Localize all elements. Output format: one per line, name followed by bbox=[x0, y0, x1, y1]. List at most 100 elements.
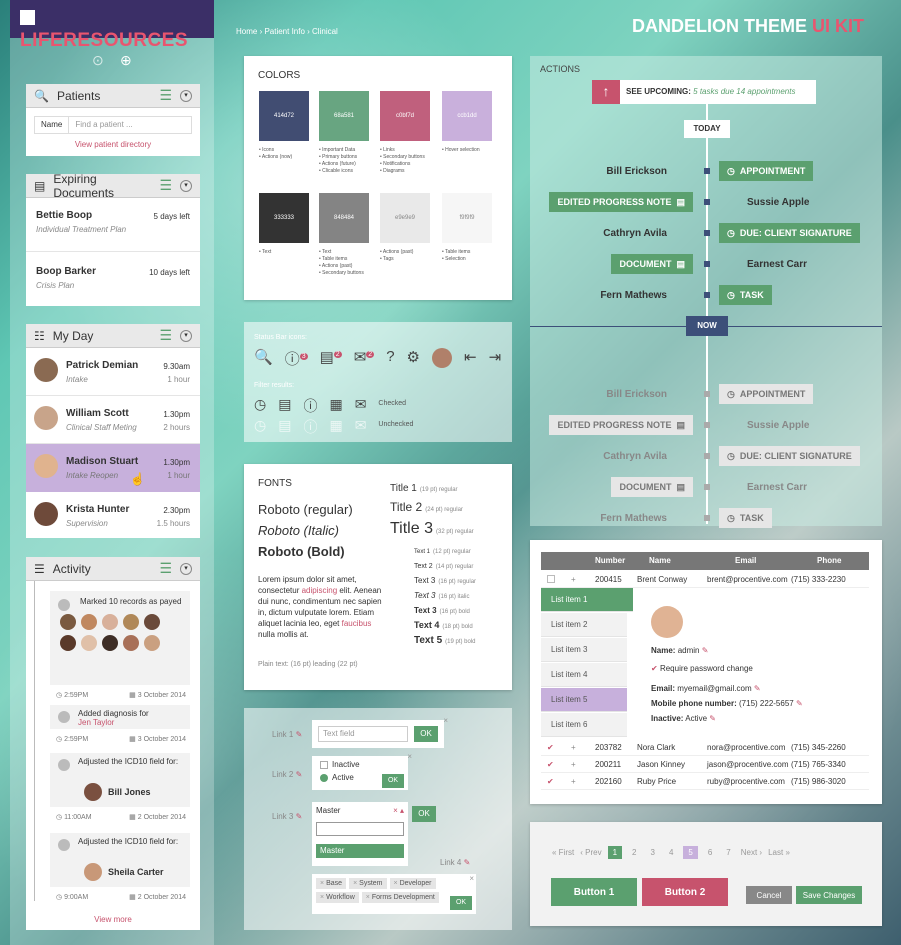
search-icon[interactable]: 🔍 bbox=[254, 348, 273, 369]
ok-button[interactable]: OK bbox=[412, 806, 436, 822]
table-row[interactable]: ✔ +202160 Ruby Price ruby@procentive.com (71… bbox=[541, 773, 869, 790]
expand-icon[interactable]: + bbox=[571, 760, 576, 769]
close-icon[interactable]: × bbox=[443, 716, 448, 725]
help-icon[interactable]: ? bbox=[386, 348, 394, 369]
close-icon[interactable]: × bbox=[469, 874, 474, 883]
remove-tag-icon[interactable]: × bbox=[320, 880, 324, 887]
list-item[interactable]: List item 6 bbox=[541, 713, 627, 737]
check-icon[interactable]: ✔ bbox=[547, 760, 554, 769]
gear-icon[interactable]: ⚙ bbox=[407, 348, 420, 369]
radio[interactable] bbox=[320, 773, 328, 782]
page-7[interactable]: 7 bbox=[722, 846, 734, 859]
check-icon[interactable]: ✔ bbox=[547, 743, 554, 752]
col-phone[interactable]: Phone bbox=[817, 556, 841, 565]
page-5[interactable]: 5 bbox=[683, 846, 698, 859]
menu-icon[interactable]: ☰ bbox=[159, 87, 172, 104]
link-3[interactable]: Link 3 ✎ bbox=[272, 812, 302, 821]
prev-page-link[interactable]: ‹ Prev bbox=[580, 848, 601, 857]
mail-icon[interactable]: ✉ bbox=[355, 396, 367, 416]
link-1[interactable]: Link 1 ✎ bbox=[272, 730, 302, 739]
patient-search-input[interactable]: Find a patient ... bbox=[69, 117, 138, 133]
remove-tag-icon[interactable]: × bbox=[353, 880, 357, 887]
expand-icon[interactable]: + bbox=[571, 777, 576, 786]
activity-person[interactable]: Bill Jones bbox=[108, 787, 151, 797]
edit-icon[interactable]: ✎ bbox=[702, 646, 709, 655]
tag[interactable]: × System bbox=[349, 878, 387, 889]
list-item[interactable]: Krista Hunter Supervision 2.30pm 1.5 hou… bbox=[26, 492, 200, 538]
upcoming-banner[interactable]: SEE UPCOMING: 5 tasks due 14 appointment… bbox=[620, 80, 816, 104]
expand-icon[interactable]: + bbox=[571, 575, 576, 584]
list-item[interactable]: List item 5 bbox=[541, 688, 627, 712]
action-pill-right[interactable]: ◷ DUE: CLIENT SIGNATURE bbox=[719, 223, 860, 243]
action-name-left[interactable]: Fern Mathews bbox=[600, 290, 667, 301]
activity-link[interactable]: Jen Taylor bbox=[78, 718, 186, 727]
inactive-option[interactable]: Inactive bbox=[320, 760, 400, 769]
text-field-input[interactable]: Text field bbox=[318, 726, 408, 742]
edit-icon[interactable]: ✎ bbox=[296, 770, 303, 779]
close-icon[interactable]: × bbox=[407, 752, 412, 761]
clock-icon[interactable]: ◷ bbox=[254, 417, 266, 437]
link-4[interactable]: Link 4 ✎ bbox=[440, 858, 470, 867]
action-name-right[interactable]: Earnest Carr bbox=[747, 482, 807, 493]
expand-icon[interactable]: + bbox=[571, 743, 576, 752]
page-6[interactable]: 6 bbox=[704, 846, 716, 859]
col-number[interactable]: Number bbox=[595, 556, 625, 565]
tag[interactable]: × Base bbox=[316, 878, 347, 889]
link-2[interactable]: Link 2 ✎ bbox=[272, 770, 302, 779]
list-item[interactable]: Bettie Boop Individual Treatment Plan 5 … bbox=[26, 198, 200, 252]
list-item[interactable]: William Scott Clinical Staff Meting 1.30… bbox=[26, 396, 200, 444]
action-name-left[interactable]: Cathryn Avila bbox=[603, 451, 667, 462]
collapse-icon[interactable]: ▾ bbox=[180, 179, 192, 192]
page-1[interactable]: 1 bbox=[607, 846, 623, 859]
button-1[interactable]: Button 1 bbox=[551, 878, 637, 906]
lorem-link[interactable]: faucibus bbox=[342, 619, 372, 628]
collapse-icon[interactable]: ▾ bbox=[180, 89, 192, 102]
action-name-right[interactable]: Sussie Apple bbox=[747, 197, 809, 208]
table-row[interactable]: ✔ +200211 Jason Kinney jason@procentive.com… bbox=[541, 756, 869, 773]
next-page-link[interactable]: Next › bbox=[741, 848, 762, 857]
clear-icon[interactable]: × ▴ bbox=[393, 806, 404, 820]
page-4[interactable]: 4 bbox=[665, 846, 677, 859]
edit-icon[interactable]: ✎ bbox=[296, 730, 303, 739]
view-more-link[interactable]: View more bbox=[26, 915, 200, 924]
table-row[interactable]: ✔ +203782 Nora Clark nora@procentive.com (71… bbox=[541, 739, 869, 756]
list-item[interactable]: List item 1 bbox=[541, 588, 633, 612]
action-pill-right[interactable]: ◷ TASK bbox=[719, 285, 772, 305]
action-name-left[interactable]: Fern Mathews bbox=[600, 513, 667, 524]
col-name[interactable]: Name bbox=[649, 556, 671, 565]
action-name-left[interactable]: Cathryn Avila bbox=[603, 228, 667, 239]
action-name-right[interactable]: Earnest Carr bbox=[747, 259, 807, 270]
tag[interactable]: × Workflow bbox=[316, 892, 359, 903]
check-icon[interactable]: ✔ bbox=[547, 777, 554, 786]
list-item[interactable]: List item 2 bbox=[541, 613, 627, 637]
list-item[interactable]: Patrick Demian Intake 9.30am 1 hour bbox=[26, 348, 200, 396]
list-item[interactable]: List item 3 bbox=[541, 638, 627, 662]
row-checkbox[interactable] bbox=[547, 575, 555, 583]
remove-tag-icon[interactable]: × bbox=[366, 894, 370, 901]
remove-tag-icon[interactable]: × bbox=[394, 880, 398, 887]
mail-icon[interactable]: ✉ 2 bbox=[354, 348, 375, 369]
master-select[interactable]: Master × ▴ bbox=[316, 806, 404, 820]
action-pill-left[interactable]: EDITED PROGRESS NOTE ▤ bbox=[549, 192, 693, 212]
document-icon[interactable]: ▤ bbox=[278, 396, 291, 416]
action-name-left[interactable]: Bill Erickson bbox=[606, 389, 667, 400]
add-icon[interactable]: ⊕ bbox=[120, 52, 132, 69]
clipboard-icon[interactable]: ▦ bbox=[329, 396, 342, 416]
action-pill-left[interactable]: DOCUMENT ▤ bbox=[611, 254, 693, 274]
menu-icon[interactable]: ☰ bbox=[159, 177, 172, 194]
action-pill-right[interactable]: ◷ TASK bbox=[719, 508, 772, 528]
action-name-left[interactable]: Bill Erickson bbox=[606, 166, 667, 177]
ok-button[interactable]: OK bbox=[414, 726, 438, 742]
page-2[interactable]: 2 bbox=[628, 846, 640, 859]
arrow-up-icon[interactable]: ↑ bbox=[592, 80, 620, 104]
edit-icon[interactable]: ✎ bbox=[464, 858, 471, 867]
avatar[interactable] bbox=[431, 348, 452, 368]
clock-icon[interactable]: ◷ bbox=[254, 396, 266, 416]
remove-tag-icon[interactable]: × bbox=[320, 894, 324, 901]
menu-icon[interactable]: ☰ bbox=[159, 560, 172, 577]
combo-option[interactable]: Master bbox=[316, 844, 404, 858]
mail-icon[interactable]: ✉ bbox=[355, 417, 367, 437]
cancel-button[interactable]: Cancel bbox=[746, 886, 792, 904]
clipboard-icon[interactable]: ▦ bbox=[329, 417, 342, 437]
login-icon[interactable]: ⇤ bbox=[464, 348, 477, 369]
